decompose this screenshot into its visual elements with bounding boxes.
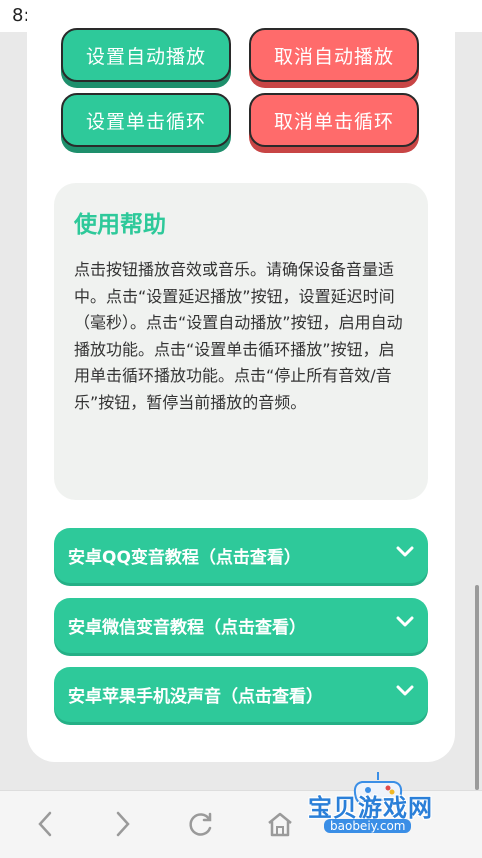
back-icon[interactable]	[36, 811, 54, 837]
accordion-label: 安卓苹果手机没声音（点击查看）	[68, 687, 323, 707]
forward-icon[interactable]	[114, 811, 132, 837]
help-title: 使用帮助	[74, 212, 166, 238]
cancel-single-loop-button[interactable]: 取消单击循环	[249, 93, 419, 147]
chevron-down-icon	[396, 616, 414, 627]
chevron-down-icon	[396, 546, 414, 557]
set-autoplay-button[interactable]: 设置自动播放	[61, 28, 231, 82]
watermark-title: 宝贝游戏网	[308, 794, 433, 822]
watermark-url: baobeiy.com	[324, 819, 412, 833]
accordion-qq-tutorial[interactable]: 安卓QQ变音教程（点击查看）	[54, 528, 428, 583]
site-watermark: 宝贝游戏网 baobeiy.com	[300, 770, 475, 850]
home-icon[interactable]	[266, 811, 294, 837]
set-single-loop-button[interactable]: 设置单击循环	[61, 93, 231, 147]
accordion-no-sound[interactable]: 安卓苹果手机没声音（点击查看）	[54, 667, 428, 722]
page-scrollbar[interactable]	[475, 585, 479, 790]
help-body: 点击按钮播放音效或音乐。请确保设备音量适中。点击“设置延迟播放”按钮，设置延迟时…	[74, 260, 403, 412]
accordion-wechat-tutorial[interactable]: 安卓微信变音教程（点击查看）	[54, 598, 428, 653]
accordion-label: 安卓微信变音教程（点击查看）	[68, 618, 306, 638]
refresh-icon[interactable]	[188, 811, 214, 837]
accordion-label: 安卓QQ变音教程（点击查看）	[68, 548, 301, 568]
chevron-down-icon	[396, 685, 414, 696]
help-panel: 使用帮助 点击按钮播放音效或音乐。请确保设备音量适中。点击“设置延迟播放”按钮，…	[54, 183, 428, 500]
cancel-autoplay-button[interactable]: 取消自动播放	[249, 28, 419, 82]
